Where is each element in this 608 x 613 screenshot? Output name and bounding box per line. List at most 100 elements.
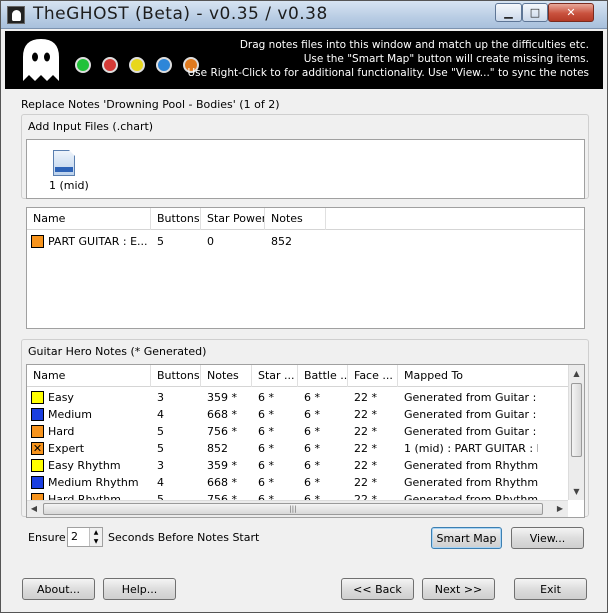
- exit-button[interactable]: Exit: [514, 578, 587, 600]
- face-off-cell: 22 *: [354, 408, 377, 421]
- table-row[interactable]: Medium 4 668 * 6 * 6 * 22 * Generated from Gui…: [27, 406, 538, 423]
- red-fret-icon: [102, 57, 118, 73]
- track-name-cell: PART GUITAR : E...: [27, 233, 151, 250]
- gh-notes-table[interactable]: Name Buttons Notes Star ... Battle ... F…: [26, 364, 585, 518]
- column-header[interactable]: Notes: [265, 208, 326, 230]
- column-header[interactable]: Notes: [201, 365, 252, 387]
- table-row[interactable]: PART GUITAR : E... 5 0 852: [27, 233, 326, 250]
- column-header[interactable]: Buttons: [151, 208, 201, 230]
- column-header[interactable]: Star ...: [252, 365, 298, 387]
- ensure-label: Ensure: [28, 531, 66, 544]
- ghost-app-icon[interactable]: [7, 6, 25, 24]
- column-header[interactable]: Buttons: [151, 365, 201, 387]
- column-header[interactable]: Star Power: [201, 208, 265, 230]
- input-files-group-label: Add Input Files (.chart): [28, 120, 154, 133]
- difficulty-color-swatch: [31, 459, 44, 472]
- table-row[interactable]: Easy Rhythm 3 359 * 6 * 6 * 22 * Generated fro…: [27, 457, 538, 474]
- help-button[interactable]: Help...: [103, 578, 176, 600]
- replace-notes-label: Replace Notes 'Drowning Pool - Bodies' (…: [21, 98, 280, 111]
- mapped-swatch-x-icon: [31, 440, 44, 457]
- minimize-button[interactable]: ▁: [495, 3, 522, 22]
- stepper-arrows-icon[interactable]: ▲ ▼: [89, 528, 102, 546]
- scroll-down-icon[interactable]: ▼: [569, 487, 584, 496]
- notes-cell: 668 *: [207, 408, 237, 421]
- buttons-cell: 5: [157, 442, 164, 455]
- seconds-stepper[interactable]: 2 ▲ ▼: [67, 527, 103, 547]
- scroll-left-icon[interactable]: ◀: [29, 504, 39, 513]
- next-button[interactable]: Next >>: [422, 578, 495, 600]
- difficulty-name: Medium Rhythm: [48, 476, 139, 489]
- difficulty-color-swatch: [31, 425, 44, 438]
- view-button[interactable]: View...: [511, 527, 584, 549]
- notes-cell: 668 *: [207, 476, 237, 489]
- input-files-dropzone[interactable]: 1 (mid): [26, 139, 585, 199]
- horizontal-scrollbar[interactable]: ◀ ||| ▶: [27, 500, 568, 517]
- column-header[interactable]: Name: [27, 365, 151, 387]
- notes-file-icon[interactable]: [53, 150, 75, 176]
- horizontal-scroll-thumb[interactable]: |||: [43, 503, 543, 515]
- table-row[interactable]: Medium Rhythm 4 668 * 6 * 6 * 22 * Generated f…: [27, 474, 538, 491]
- star-power-cell: 6 *: [258, 459, 274, 472]
- window-title: TheGHOST (Beta) - v0.35 / v0.38: [33, 4, 328, 24]
- star-power-cell: 6 *: [258, 476, 274, 489]
- difficulty-name-cell: Expert: [27, 440, 151, 457]
- scroll-right-icon[interactable]: ▶: [555, 504, 565, 513]
- mapped-to-cell: Generated from Guitar : Expert: [404, 408, 538, 421]
- battle-cell: 6 *: [304, 442, 320, 455]
- star-power-cell: 6 *: [258, 425, 274, 438]
- track-notes-cell: 852: [271, 235, 292, 248]
- title-bar[interactable]: TheGHOST (Beta) - v0.35 / v0.38 ▁ □ ✕: [1, 1, 607, 29]
- seconds-value[interactable]: 2: [71, 530, 78, 543]
- maximize-button[interactable]: □: [522, 3, 548, 22]
- track-buttons-cell: 5: [157, 235, 164, 248]
- difficulty-name: Easy: [48, 391, 74, 404]
- difficulty-name-cell: Easy: [27, 389, 151, 406]
- mapped-to-cell: Generated from Guitar : Expert: [404, 391, 538, 404]
- back-button[interactable]: << Back: [341, 578, 414, 600]
- difficulty-name: Medium: [48, 408, 92, 421]
- difficulty-color-swatch: [31, 235, 44, 248]
- column-header[interactable]: Name: [27, 208, 151, 230]
- column-header[interactable]: Mapped To: [398, 365, 568, 387]
- smart-map-button[interactable]: Smart Map: [431, 527, 502, 549]
- table-row[interactable]: Hard 5 756 * 6 * 6 * 22 * Generated from Guita…: [27, 423, 538, 440]
- table-row[interactable]: Expert 5 852 6 * 6 * 22 * 1 (mid) : PART GUITA…: [27, 440, 538, 457]
- tracks-table[interactable]: Name Buttons Star Power Notes PART GUITA…: [26, 207, 585, 329]
- close-button[interactable]: ✕: [548, 3, 594, 22]
- buttons-cell: 3: [157, 391, 164, 404]
- difficulty-name-cell: Medium: [27, 406, 151, 423]
- difficulty-color-swatch: [31, 391, 44, 404]
- buttons-cell: 5: [157, 425, 164, 438]
- yellow-fret-icon: [129, 57, 145, 73]
- about-button[interactable]: About...: [22, 578, 95, 600]
- input-file-label[interactable]: 1 (mid): [49, 179, 89, 192]
- battle-cell: 6 *: [304, 459, 320, 472]
- app-window: TheGHOST (Beta) - v0.35 / v0.38 ▁ □ ✕ Dr…: [0, 0, 608, 613]
- battle-cell: 6 *: [304, 391, 320, 404]
- mapped-to-cell: 1 (mid) : PART GUITAR : Expert: [404, 442, 538, 455]
- column-header[interactable]: Battle ...: [298, 365, 348, 387]
- battle-cell: 6 *: [304, 408, 320, 421]
- notes-cell: 359 *: [207, 459, 237, 472]
- table-row[interactable]: Easy 3 359 * 6 * 6 * 22 * Generated from Guita…: [27, 389, 538, 406]
- tracks-table-header: Name Buttons Star Power Notes: [27, 208, 584, 230]
- face-off-cell: 22 *: [354, 425, 377, 438]
- column-header[interactable]: Face ...: [348, 365, 398, 387]
- vertical-scroll-thumb[interactable]: [571, 383, 582, 457]
- difficulty-name: Easy Rhythm: [48, 459, 121, 472]
- face-off-cell: 22 *: [354, 459, 377, 472]
- difficulty-color-swatch: [31, 408, 44, 421]
- notes-cell: 756 *: [207, 425, 237, 438]
- vertical-scrollbar[interactable]: ▲ ▼: [568, 365, 584, 500]
- star-power-cell: 6 *: [258, 442, 274, 455]
- scroll-up-icon[interactable]: ▲: [569, 369, 584, 378]
- difficulty-name-cell: Hard: [27, 423, 151, 440]
- battle-cell: 6 *: [304, 425, 320, 438]
- gh-notes-table-header: Name Buttons Notes Star ... Battle ... F…: [27, 365, 568, 387]
- difficulty-color-swatch: [31, 476, 44, 489]
- face-off-cell: 22 *: [354, 476, 377, 489]
- header-banner: Drag notes files into this window and ma…: [5, 31, 603, 89]
- scroll-grip-icon: |||: [289, 505, 297, 513]
- instruction-line: Drag notes files into this window and ma…: [239, 39, 589, 51]
- difficulty-name: Expert: [48, 442, 85, 455]
